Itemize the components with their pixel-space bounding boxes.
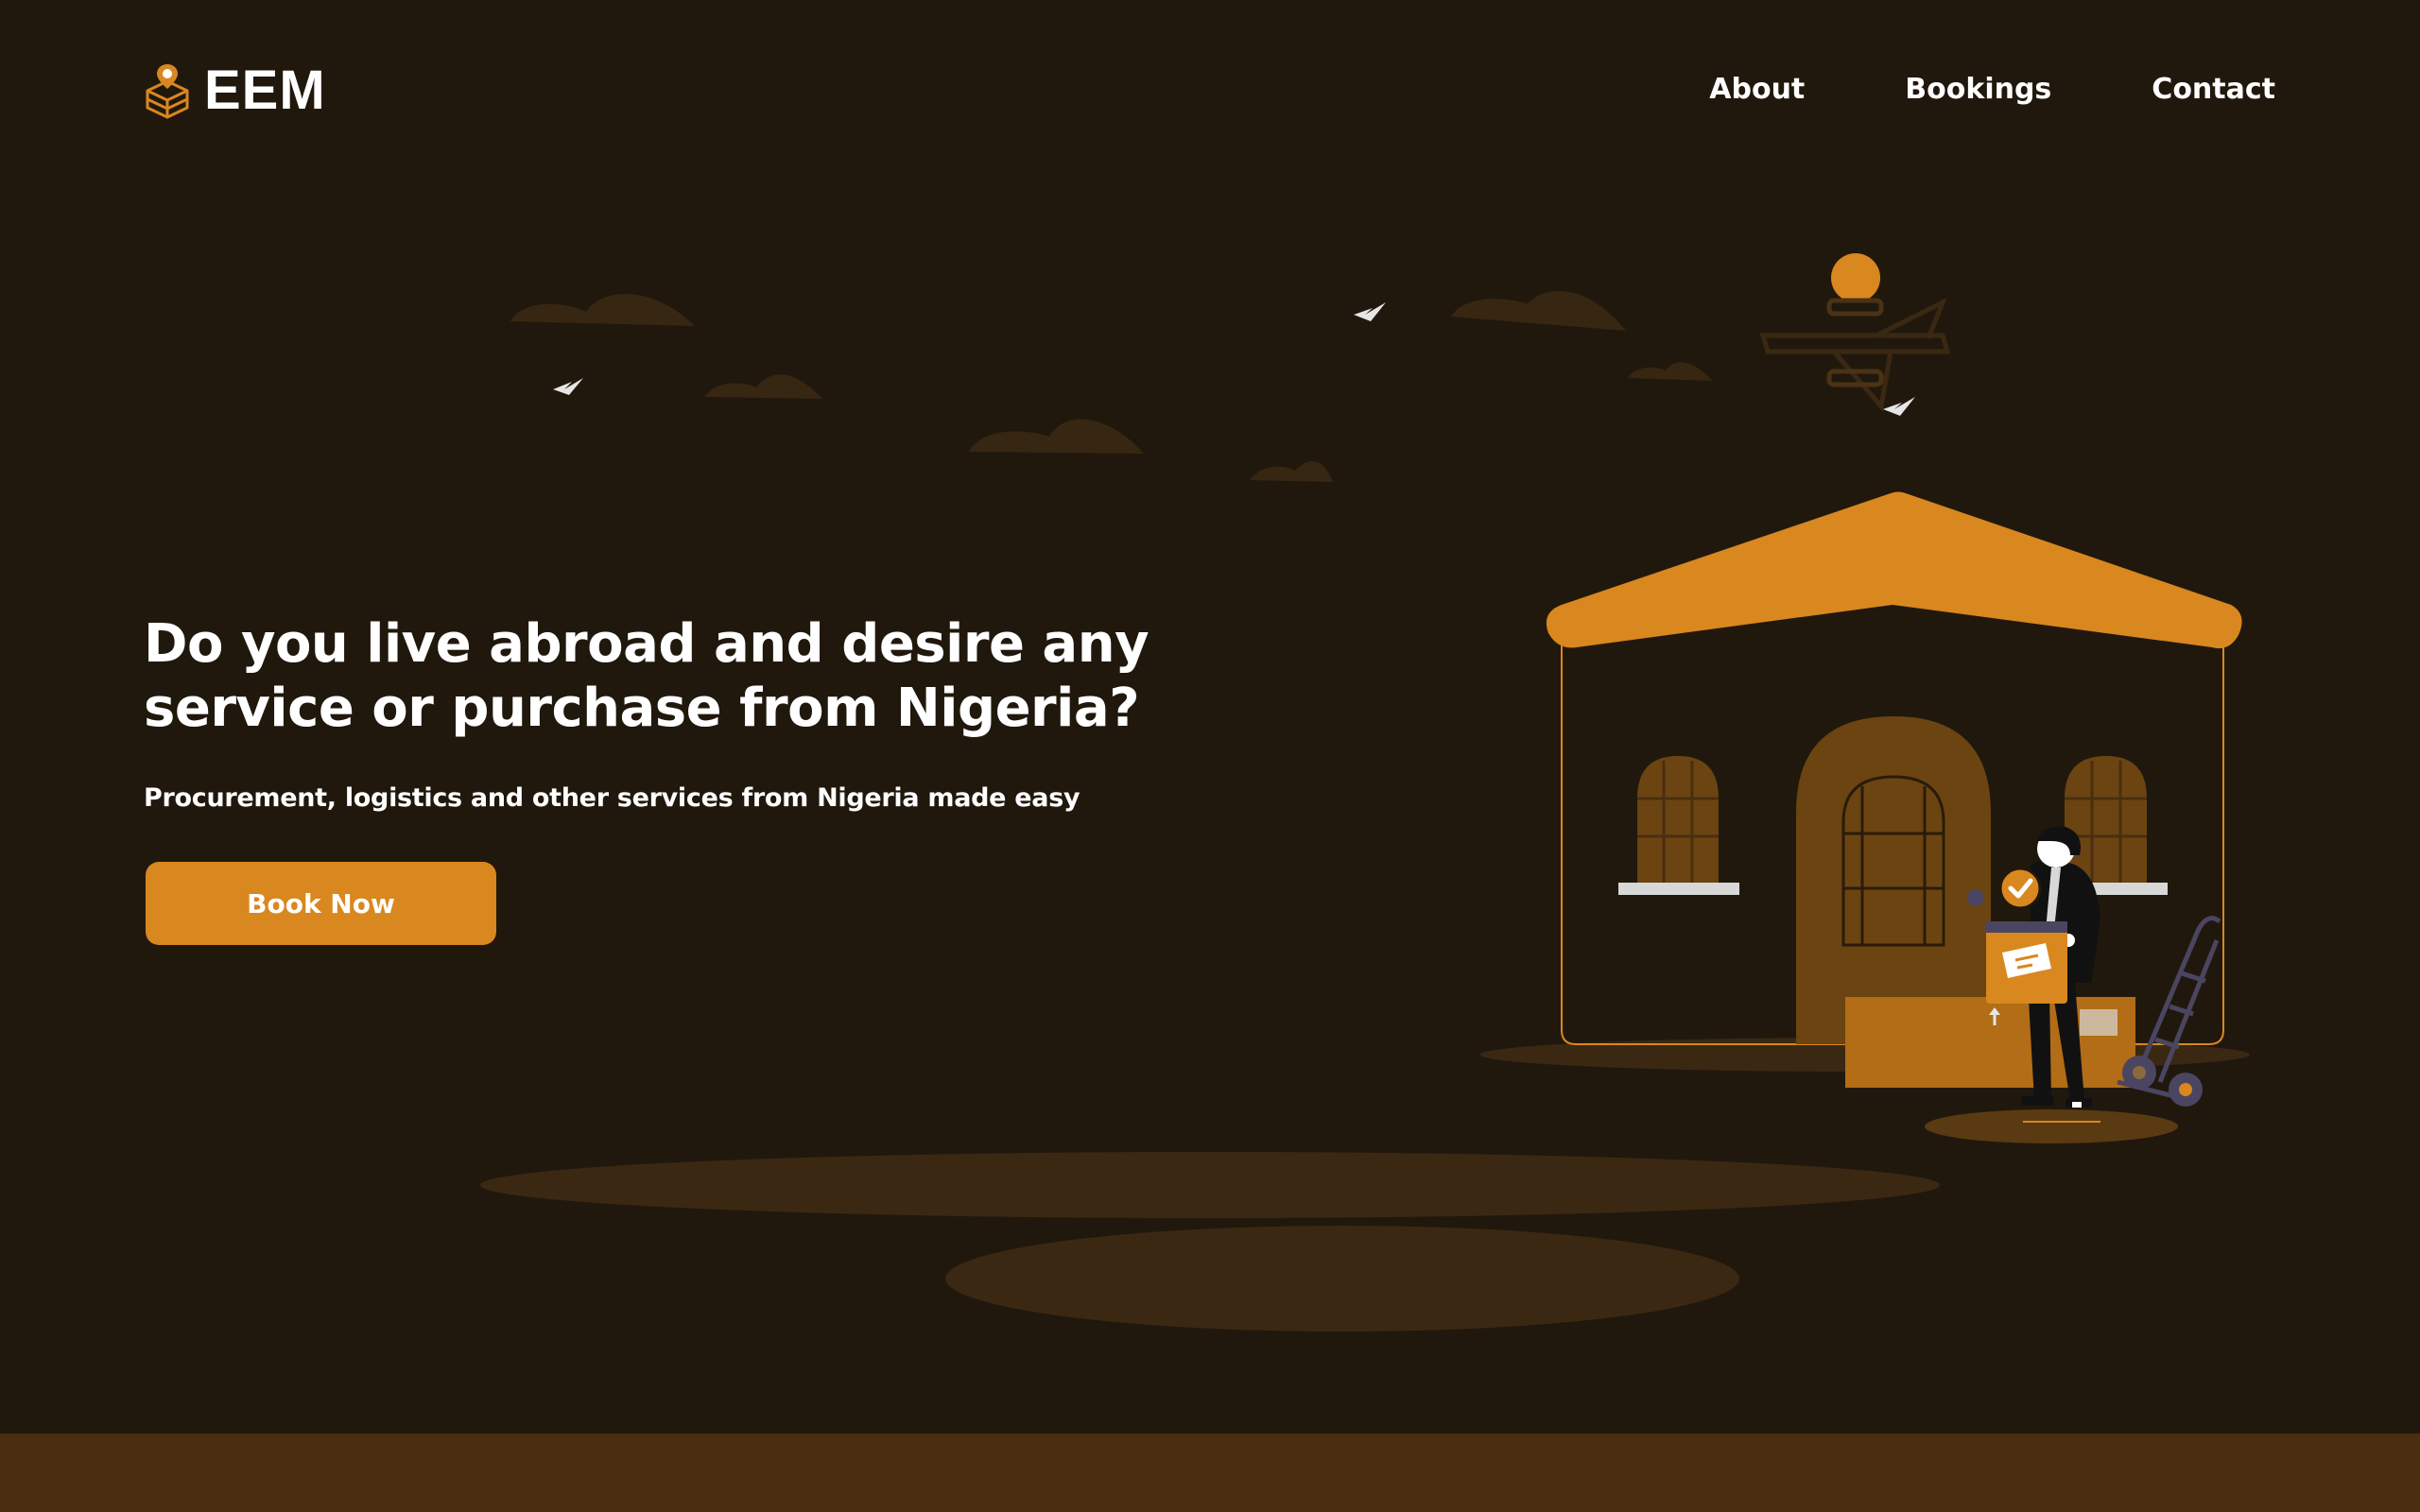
- cloud: [969, 419, 1144, 454]
- cloud: [510, 294, 695, 326]
- cloud: [704, 374, 822, 399]
- coin-stack: [1826, 298, 1884, 387]
- parcel-label: [2080, 1009, 2118, 1036]
- sun-icon: [1831, 253, 1880, 302]
- hero-title: Do you live abroad and desire any servic…: [144, 613, 1150, 739]
- book-now-button[interactable]: Book Now: [146, 862, 496, 945]
- check-badge-icon: [1998, 867, 2042, 910]
- cloud: [1451, 290, 1626, 331]
- person-shadow: [1925, 1109, 2178, 1143]
- hero-subtitle: Procurement, logistics and other service…: [144, 783, 1080, 813]
- birds: [553, 302, 1915, 416]
- house-roof: [1546, 491, 2242, 649]
- ground-shadow: [945, 1226, 1739, 1332]
- house-door: [1796, 716, 1991, 1044]
- landing-page: EEM About Bookings Contact Do you live a…: [0, 0, 2420, 1512]
- hero-section: Do you live abroad and desire any servic…: [144, 612, 1373, 815]
- cloud: [1628, 362, 1713, 381]
- ground-shadow: [480, 1152, 1940, 1218]
- window-left: [1618, 756, 1739, 895]
- bird-icon: [1883, 397, 1915, 416]
- airplane: [1759, 297, 1951, 412]
- bird-icon: [1354, 302, 1386, 321]
- cloud: [1250, 461, 1333, 482]
- bird-icon: [553, 378, 583, 395]
- footer-strip: [0, 1434, 2420, 1512]
- clouds: [510, 290, 1713, 482]
